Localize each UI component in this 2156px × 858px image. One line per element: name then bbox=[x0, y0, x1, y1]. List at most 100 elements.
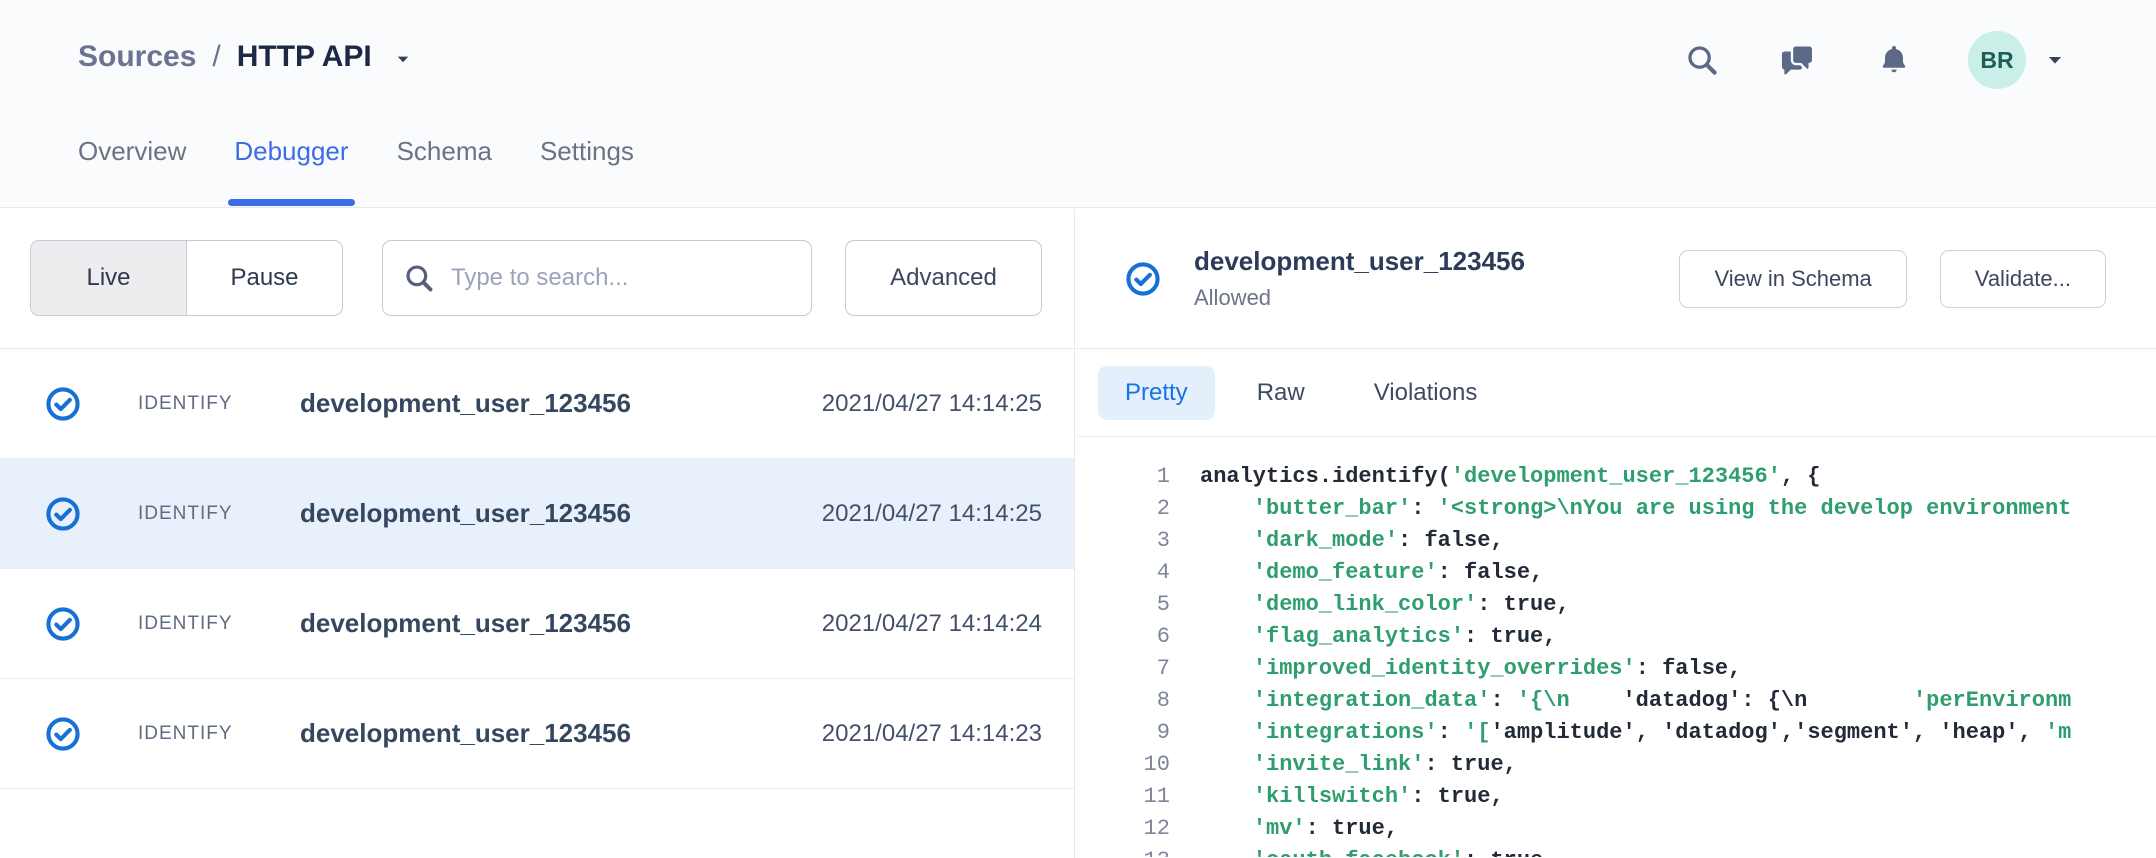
event-allowed-check-icon bbox=[44, 715, 82, 753]
avatar[interactable]: BR bbox=[1968, 31, 2026, 89]
header-actions: BR bbox=[1684, 31, 2068, 89]
event-name: development_user_123456 bbox=[300, 608, 822, 639]
event-type: IDENTIFY bbox=[138, 613, 300, 635]
event-status-label: Allowed bbox=[1194, 285, 1679, 311]
event-type: IDENTIFY bbox=[138, 723, 300, 745]
line-number: 4 bbox=[1076, 557, 1170, 589]
code-line: 7 'improved_identity_overrides': false, bbox=[1076, 653, 2156, 685]
code-line: 12 'mv': true, bbox=[1076, 813, 2156, 845]
event-search-input[interactable] bbox=[451, 264, 791, 292]
code-line: 11 'killswitch': true, bbox=[1076, 781, 2156, 813]
payload-code-viewer: 1 analytics.identify('development_user_12… bbox=[1076, 437, 2156, 857]
event-timestamp: 2021/04/27 14:14:25 bbox=[822, 390, 1042, 418]
code-line: 2 'butter_bar': '<strong>\nYou are using… bbox=[1076, 493, 2156, 525]
event-detail-title: development_user_123456 bbox=[1194, 246, 1679, 277]
event-row[interactable]: IDENTIFYdevelopment_user_1234562021/04/2… bbox=[0, 679, 1074, 789]
event-name: development_user_123456 bbox=[300, 718, 822, 749]
event-timestamp: 2021/04/27 14:14:25 bbox=[822, 500, 1042, 528]
app-header: Sources / HTTP API bbox=[0, 0, 2156, 208]
search-input-icon bbox=[403, 262, 435, 294]
code-line: 9 'integrations': '['amplitude', 'datado… bbox=[1076, 717, 2156, 749]
event-detail-titles: development_user_123456 Allowed bbox=[1194, 246, 1679, 311]
code-text: 'oauth_facebook': true, bbox=[1200, 845, 1556, 857]
code-line: 4 'demo_feature': false, bbox=[1076, 557, 2156, 589]
event-row[interactable]: IDENTIFYdevelopment_user_1234562021/04/2… bbox=[0, 459, 1074, 569]
event-stream-panel: Live Pause Advanced IDENTIFYdevelopment_… bbox=[0, 209, 1075, 858]
view-tab-violations[interactable]: Violations bbox=[1347, 366, 1505, 420]
event-allowed-check-icon bbox=[44, 385, 82, 423]
code-text: 'improved_identity_overrides': false, bbox=[1200, 653, 1741, 685]
view-tab-pretty[interactable]: Pretty bbox=[1098, 366, 1215, 420]
code-line: 1 analytics.identify('development_user_12… bbox=[1076, 461, 2156, 493]
line-number: 9 bbox=[1076, 717, 1170, 749]
event-type: IDENTIFY bbox=[138, 393, 300, 415]
code-text: 'flag_analytics': true, bbox=[1200, 621, 1556, 653]
code-line: 3 'dark_mode': false, bbox=[1076, 525, 2156, 557]
line-number: 10 bbox=[1076, 749, 1170, 781]
line-number: 1 bbox=[1076, 461, 1170, 493]
breadcrumb: Sources / HTTP API bbox=[78, 40, 416, 74]
code-line: 13 'oauth_facebook': true, bbox=[1076, 845, 2156, 857]
code-line: 8 'integration_data': '{\n 'datadog': {\… bbox=[1076, 685, 2156, 717]
pause-button[interactable]: Pause bbox=[187, 241, 342, 315]
code-text: 'killswitch': true, bbox=[1200, 781, 1504, 813]
event-row[interactable]: IDENTIFYdevelopment_user_1234562021/04/2… bbox=[0, 349, 1074, 459]
tab-schema[interactable]: Schema bbox=[397, 136, 492, 207]
line-number: 12 bbox=[1076, 813, 1170, 845]
view-in-schema-button[interactable]: View in Schema bbox=[1679, 250, 1906, 308]
event-name: development_user_123456 bbox=[300, 388, 822, 419]
code-text: 'demo_link_color': true, bbox=[1200, 589, 1570, 621]
allowed-check-icon bbox=[1124, 260, 1162, 298]
code-text: 'butter_bar': '<strong>\nYou are using t… bbox=[1200, 493, 2071, 525]
code-text: analytics.identify('development_user_123… bbox=[1200, 461, 1821, 493]
code-text: 'dark_mode': false, bbox=[1200, 525, 1504, 557]
event-type: IDENTIFY bbox=[138, 503, 300, 525]
live-pause-toggle: Live Pause bbox=[30, 240, 343, 316]
advanced-button[interactable]: Advanced bbox=[845, 240, 1042, 316]
line-number: 11 bbox=[1076, 781, 1170, 813]
notifications-bell-icon[interactable] bbox=[1876, 42, 1912, 78]
debugger-screen: Sources / HTTP API bbox=[0, 0, 2156, 858]
event-timestamp: 2021/04/27 14:14:24 bbox=[822, 610, 1042, 638]
line-number: 7 bbox=[1076, 653, 1170, 685]
validate-button[interactable]: Validate... bbox=[1940, 250, 2106, 308]
code-line: 10 'invite_link': true, bbox=[1076, 749, 2156, 781]
event-row[interactable]: IDENTIFYdevelopment_user_1234562021/04/2… bbox=[0, 569, 1074, 679]
account-menu-caret-icon[interactable] bbox=[2042, 47, 2068, 73]
breadcrumb-sources-link[interactable]: Sources bbox=[78, 40, 196, 74]
line-number: 8 bbox=[1076, 685, 1170, 717]
payload-view-tabs: Pretty Raw Violations bbox=[1076, 349, 2156, 437]
code-text: 'integrations': '['amplitude', 'datadog'… bbox=[1200, 717, 2071, 749]
line-number: 2 bbox=[1076, 493, 1170, 525]
code-text: 'demo_feature': false, bbox=[1200, 557, 1543, 589]
code-line: 6 'flag_analytics': true, bbox=[1076, 621, 2156, 653]
event-allowed-check-icon bbox=[44, 495, 82, 533]
messages-icon[interactable] bbox=[1780, 42, 1816, 78]
code-text: 'integration_data': '{\n 'datadog': {\n … bbox=[1200, 685, 2071, 717]
line-number: 5 bbox=[1076, 589, 1170, 621]
event-name: development_user_123456 bbox=[300, 498, 822, 529]
event-detail-header: development_user_123456 Allowed View in … bbox=[1076, 209, 2156, 349]
event-list: IDENTIFYdevelopment_user_1234562021/04/2… bbox=[0, 349, 1074, 789]
event-detail-panel: development_user_123456 Allowed View in … bbox=[1076, 209, 2156, 858]
tab-overview[interactable]: Overview bbox=[78, 136, 186, 207]
breadcrumb-source-name: HTTP API bbox=[237, 40, 372, 74]
primary-tabs: Overview Debugger Schema Settings bbox=[78, 136, 634, 207]
code-text: 'invite_link': true, bbox=[1200, 749, 1517, 781]
event-allowed-check-icon bbox=[44, 605, 82, 643]
breadcrumb-separator: / bbox=[212, 40, 220, 74]
tab-debugger[interactable]: Debugger bbox=[234, 136, 348, 207]
code-line: 5 'demo_link_color': true, bbox=[1076, 589, 2156, 621]
line-number: 3 bbox=[1076, 525, 1170, 557]
code-text: 'mv': true, bbox=[1200, 813, 1398, 845]
event-timestamp: 2021/04/27 14:14:23 bbox=[822, 720, 1042, 748]
line-number: 6 bbox=[1076, 621, 1170, 653]
search-icon[interactable] bbox=[1684, 42, 1720, 78]
live-button[interactable]: Live bbox=[31, 241, 187, 315]
view-tab-raw[interactable]: Raw bbox=[1230, 366, 1332, 420]
tab-settings[interactable]: Settings bbox=[540, 136, 634, 207]
source-dropdown-caret-icon[interactable] bbox=[390, 46, 416, 72]
event-search-box bbox=[382, 240, 812, 316]
line-number: 13 bbox=[1076, 845, 1170, 857]
stream-controls: Live Pause Advanced bbox=[0, 209, 1074, 349]
